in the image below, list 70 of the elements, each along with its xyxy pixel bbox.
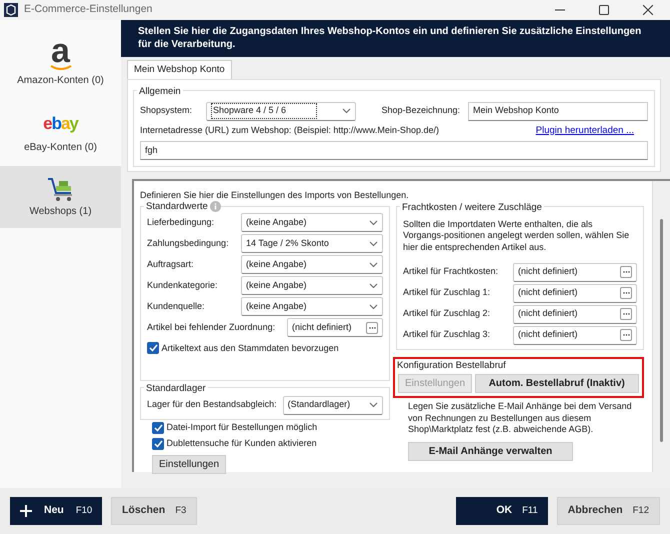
field-label: Artikel für Frachtkosten: <box>403 265 500 278</box>
checkbox[interactable] <box>152 438 164 450</box>
chevron-down-icon <box>369 304 378 310</box>
ellipsis-icon[interactable] <box>620 329 632 342</box>
dropdown[interactable]: (keine Angabe) <box>241 213 383 232</box>
picker-field[interactable]: (nicht definiert) <box>513 326 637 345</box>
checkbox-label: Dublettensuche für Kunden aktivieren <box>166 436 317 450</box>
footer-button[interactable]: OK F11 <box>456 497 548 525</box>
picker-field[interactable]: (nicht definiert) <box>287 318 383 338</box>
chevron-down-icon <box>369 240 378 247</box>
tab[interactable]: Mein Webshop Konto <box>127 60 232 80</box>
settings-button[interactable]: Einstellungen <box>152 454 226 474</box>
scrollbar[interactable] <box>652 180 670 472</box>
dropdown[interactable]: (keine Angabe) <box>241 297 383 316</box>
field-label: Lager für den Bestandsabgleich: <box>147 398 277 412</box>
app-icon <box>4 3 18 17</box>
field-label: Zahlungsbedingung: <box>147 237 230 250</box>
ellipsis-icon[interactable] <box>620 266 632 278</box>
dropdown[interactable]: (keine Angabe) <box>241 276 383 296</box>
ellipsis-icon[interactable] <box>620 308 632 320</box>
checkbox-label: Artikeltext aus den Stammdaten bevorzugen <box>162 342 339 355</box>
shop-system-select[interactable]: Shopware 4 / 5 / 6 <box>206 102 356 120</box>
field-label: Shop-Bezeichnung: <box>381 104 460 118</box>
chevron-down-icon <box>369 220 378 226</box>
group-legend: Konfiguration Bestellabruf <box>395 358 508 373</box>
chevron-down-icon <box>369 282 378 289</box>
sidebar-item[interactable]: a Amazon-Konten (0) <box>0 32 121 94</box>
field-label: Kundenquelle: <box>147 300 206 313</box>
sidebar-item[interactable]: Webshops (1) <box>0 166 121 228</box>
checkbox[interactable] <box>147 342 159 354</box>
manage-attachments-button[interactable]: E-Mail Anhänge verwalten <box>408 442 573 461</box>
field-label: Shopsystem: <box>140 104 194 118</box>
chevron-down-icon <box>369 262 378 268</box>
field-label: Auftragsart: <box>147 258 195 271</box>
checkbox-label: Datei-Import für Bestellungen möglich <box>166 420 318 434</box>
field-label: Artikel für Zuschlag 3: <box>403 328 492 342</box>
shop-name-field[interactable]: Mein Webshop Konto <box>468 102 648 120</box>
amazon-logo: a <box>50 38 72 72</box>
ebay-logo: ebay <box>43 115 78 132</box>
sidebar-item[interactable]: ebay eBay-Konten (0) <box>0 104 121 166</box>
checkbox[interactable] <box>152 422 164 434</box>
plugin-download-link[interactable]: Plugin herunterladen ... <box>536 124 634 138</box>
field-label: Artikel bei fehlender Zuordnung: <box>147 321 276 334</box>
header-banner: Stellen Sie hier die Zugangsdaten Ihres Webshop-Kontos ein und definieren Sie zusätzliche Einstellungen für die Verarbeitung. <box>121 20 670 57</box>
footer-button[interactable]: Neu F10 <box>10 497 102 525</box>
picker-field[interactable]: (nicht definiert) <box>513 284 637 303</box>
dropdown[interactable]: 14 Tage / 2% Skonto <box>241 234 383 254</box>
dropdown[interactable]: (Standardlager) <box>282 396 383 414</box>
description-text: Legen Sie zusätzliche E-Mail Anhänge bei dem Versand von Rechnungen zu Bestellungen aus diesem Shop\Marktplatz fest (z.B. abweichende AGB). <box>408 400 633 436</box>
ellipsis-icon[interactable] <box>366 322 378 334</box>
footer-button[interactable]: Löschen F3 <box>111 497 198 525</box>
field-label: Artikel für Zuschlag 2: <box>403 307 492 320</box>
footer-button[interactable]: Abbrechen F12 <box>556 497 660 525</box>
chevron-down-icon <box>342 108 351 114</box>
section-intro: Definieren Sie hier die Einstellungen des Imports von Bestellungen. <box>140 188 409 202</box>
chevron-down-icon <box>369 402 378 408</box>
window-title: E-Commerce-Einstellungen <box>24 2 152 18</box>
field-label: Kundenkategorie: <box>147 279 219 292</box>
ellipsis-icon[interactable] <box>620 287 632 300</box>
field-label: Lieferbedingung: <box>147 216 216 229</box>
dropdown[interactable]: (keine Angabe) <box>241 255 383 274</box>
plus-icon <box>20 505 32 517</box>
picker-field[interactable]: (nicht definiert) <box>513 262 637 282</box>
action-button[interactable]: Autom. Bestellabruf (Inaktiv) <box>474 374 639 393</box>
field-label: Artikel für Zuschlag 1: <box>403 286 492 300</box>
picker-field[interactable]: (nicht definiert) <box>513 304 637 324</box>
description-text: Sollten die Importdaten Werte enthalten, die als Vorgangs-positionen angelegt werden sollen, wählen Sie hier die entsprechenden Artikel aus. <box>403 218 630 254</box>
info-icon[interactable] <box>210 201 221 212</box>
url-field[interactable]: fgh <box>140 140 648 160</box>
field-label: Internetadresse (URL) zum Webshop: (Beispiel: http://www.Mein-Shop.de/) <box>140 124 439 137</box>
